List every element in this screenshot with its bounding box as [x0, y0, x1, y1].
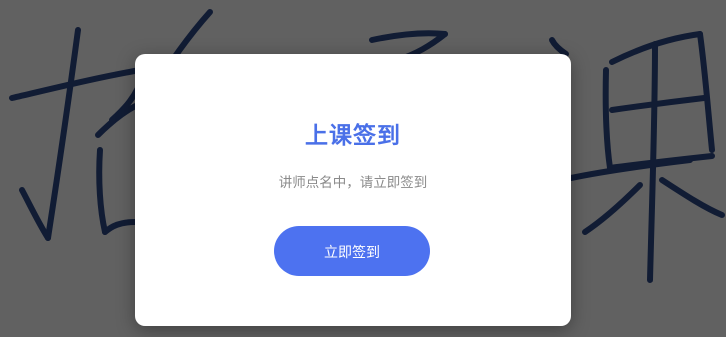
dialog-title: 上课签到: [305, 123, 401, 149]
checkin-dialog: 上课签到 讲师点名中，请立即签到 立即签到: [135, 54, 571, 326]
checkin-now-button[interactable]: 立即签到: [274, 226, 430, 276]
app-screen: 上课签到 讲师点名中，请立即签到 立即签到: [0, 0, 726, 337]
dialog-subtitle: 讲师点名中，请立即签到: [278, 175, 428, 191]
